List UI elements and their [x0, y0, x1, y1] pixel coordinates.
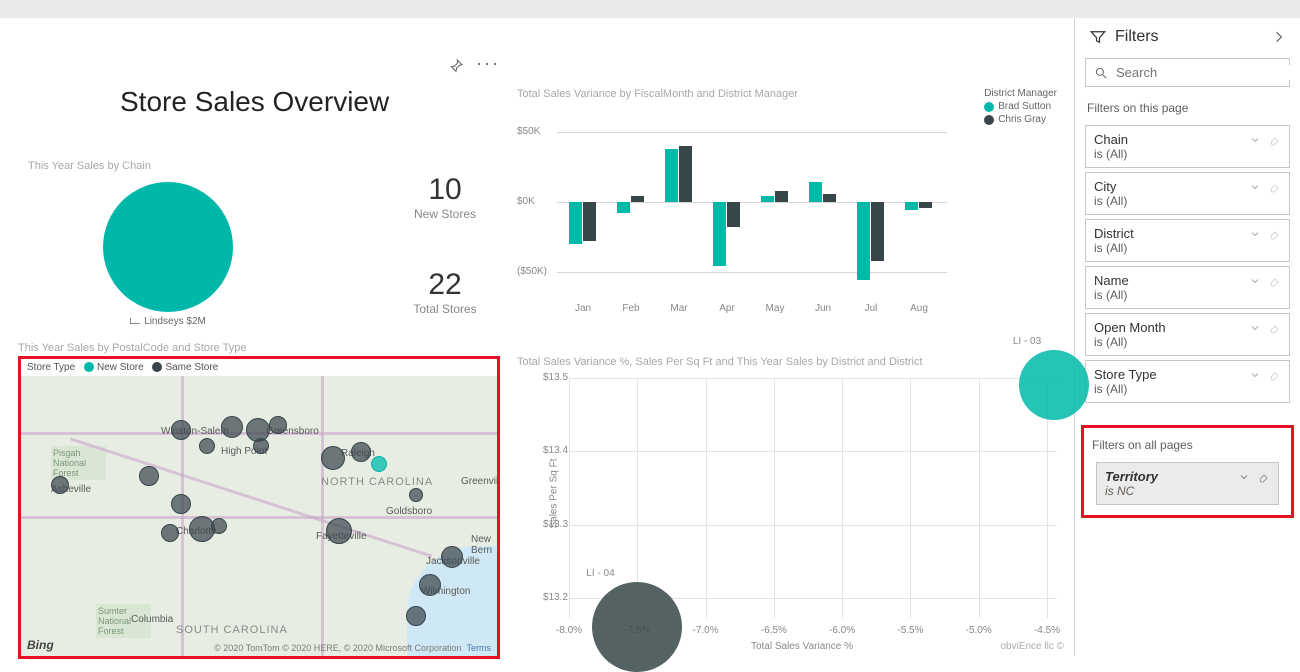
- eraser-icon[interactable]: [1269, 322, 1281, 334]
- map-visual[interactable]: This Year Sales by PostalCode and Store …: [18, 342, 500, 652]
- eraser-icon[interactable]: [1269, 275, 1281, 287]
- more-icon[interactable]: ···: [476, 58, 500, 68]
- pin-icon[interactable]: [448, 58, 464, 74]
- pie-visual[interactable]: This Year Sales by Chain Lindseys $2M: [28, 160, 308, 327]
- filters-page-section: Filters on this page: [1075, 95, 1300, 121]
- map-legend: Store Type New Store Same Store: [21, 359, 497, 376]
- kpi-label: Total Stores: [390, 302, 500, 316]
- chevron-down-icon[interactable]: [1249, 322, 1261, 334]
- bar-title: Total Sales Variance by FiscalMonth and …: [517, 88, 1057, 100]
- eraser-icon[interactable]: [1269, 228, 1281, 240]
- kpi-label: New Stores: [390, 207, 500, 221]
- search-icon: [1094, 66, 1108, 80]
- filter-card-store-type[interactable]: Store Typeis (All): [1085, 360, 1290, 403]
- eraser-icon[interactable]: [1269, 134, 1281, 146]
- kpi-value: 10: [390, 173, 500, 207]
- filter-search[interactable]: [1085, 58, 1290, 87]
- map-title: This Year Sales by PostalCode and Store …: [18, 342, 500, 354]
- kpi-total-stores[interactable]: 22 Total Stores: [390, 268, 500, 316]
- eraser-icon[interactable]: [1258, 471, 1270, 483]
- attribution: obviEnce llc ©: [1000, 641, 1064, 652]
- chevron-down-icon[interactable]: [1249, 369, 1261, 381]
- map-surface[interactable]: Pisgah National Forest Sumter National F…: [21, 376, 497, 656]
- bar-chart[interactable]: Total Sales Variance by FiscalMonth and …: [517, 88, 1057, 312]
- pie-disc: [103, 182, 233, 312]
- filter-card-city[interactable]: Cityis (All): [1085, 172, 1290, 215]
- scatter-title: Total Sales Variance %, Sales Per Sq Ft …: [517, 356, 1057, 368]
- map-attribution: © 2020 TomTom © 2020 HERE, © 2020 Micros…: [214, 643, 491, 653]
- filters-allpages-section: Filters on all pages: [1086, 432, 1289, 458]
- filter-card-district[interactable]: Districtis (All): [1085, 219, 1290, 262]
- eraser-icon[interactable]: [1269, 181, 1281, 193]
- filter-card-territory[interactable]: Territory is NC: [1096, 462, 1279, 505]
- filter-card-chain[interactable]: Chainis (All): [1085, 125, 1290, 168]
- chevron-down-icon[interactable]: [1238, 471, 1250, 483]
- bing-logo-icon: Bing: [27, 638, 54, 652]
- filters-pane: Filters Filters on this page Chainis (Al…: [1074, 18, 1300, 656]
- page-title: Store Sales Overview: [120, 86, 389, 118]
- chevron-down-icon[interactable]: [1249, 134, 1261, 146]
- chevron-down-icon[interactable]: [1249, 181, 1261, 193]
- chevron-down-icon[interactable]: [1249, 228, 1261, 240]
- filters-header: Filters: [1075, 18, 1300, 56]
- eraser-icon[interactable]: [1269, 369, 1281, 381]
- filter-icon: [1089, 28, 1107, 46]
- report-canvas: ··· Store Sales Overview This Year Sales…: [0, 18, 1074, 656]
- scatter-chart[interactable]: Total Sales Variance %, Sales Per Sq Ft …: [517, 356, 1057, 656]
- pie-legend: Lindseys $2M: [28, 316, 308, 327]
- collapse-pane-icon[interactable]: [1272, 30, 1286, 44]
- filters-allpages-highlight: Filters on all pages Territory is NC: [1081, 425, 1294, 518]
- filter-card-open-month[interactable]: Open Monthis (All): [1085, 313, 1290, 356]
- filter-search-input[interactable]: [1116, 65, 1292, 80]
- kpi-new-stores[interactable]: 10 New Stores: [390, 173, 500, 221]
- kpi-value: 22: [390, 268, 500, 302]
- chevron-down-icon[interactable]: [1249, 275, 1261, 287]
- filter-card-name[interactable]: Nameis (All): [1085, 266, 1290, 309]
- pie-title: This Year Sales by Chain: [28, 160, 308, 172]
- app-topbar: [0, 0, 1300, 18]
- map-terms-link[interactable]: Terms: [467, 643, 492, 653]
